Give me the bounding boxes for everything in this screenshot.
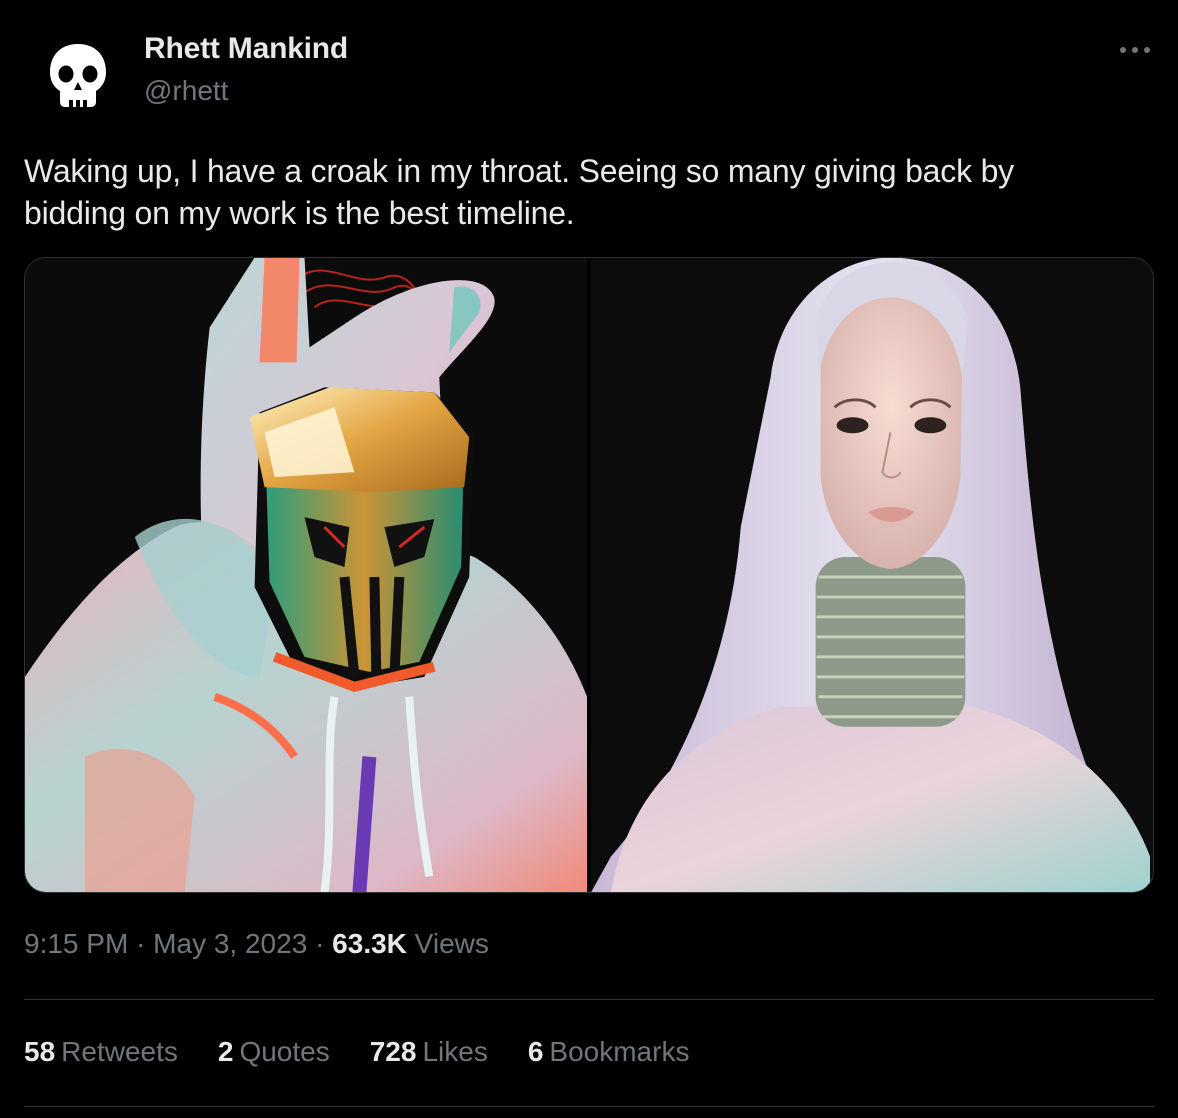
tweet-date[interactable]: May 3, 2023: [153, 928, 307, 959]
more-button[interactable]: [1110, 30, 1160, 70]
meta-separator: ·: [315, 928, 325, 959]
meta-separator: ·: [136, 928, 146, 959]
likes-count: 728: [369, 1036, 417, 1067]
tweet-text: Waking up, I have a croak in my throat. …: [24, 150, 1154, 234]
bookmarks-label: Bookmarks: [549, 1036, 690, 1067]
quotes-count: 2: [217, 1036, 234, 1067]
more-horizontal-icon: [1120, 47, 1150, 53]
tweet-meta: 9:15 PM · May 3, 2023 · 63.3K Views: [24, 928, 489, 960]
quotes-stat[interactable]: 2 Quotes: [218, 1036, 330, 1068]
bookmarks-stat[interactable]: 6 Bookmarks: [528, 1036, 690, 1068]
likes-label: Likes: [422, 1036, 488, 1067]
quotes-label: Quotes: [239, 1036, 330, 1067]
silver-haired-woman-portrait-artwork: [591, 258, 1153, 892]
likes-stat[interactable]: 728 Likes: [370, 1036, 488, 1068]
retweets-stat[interactable]: 58 Retweets: [24, 1036, 178, 1068]
views-label: Views: [414, 928, 489, 959]
engagement-stats: 58 Retweets 2 Quotes 728 Likes 6 Bookmarks: [24, 1036, 689, 1068]
hooded-masked-figure-artwork: [25, 258, 587, 892]
tweet-text-line-2: bidding on my work is the best timeline.: [24, 195, 575, 231]
author-name[interactable]: Rhett Mankind: [144, 32, 348, 66]
retweets-count: 58: [24, 1036, 56, 1067]
media-image-1[interactable]: [25, 258, 587, 892]
skull-icon: [50, 44, 106, 107]
views-count: 63.3K: [332, 928, 407, 959]
tweet-time[interactable]: 9:15 PM: [24, 928, 128, 959]
tweet-text-line-1: Waking up, I have a croak in my throat. …: [24, 153, 1014, 189]
divider: [24, 999, 1154, 1000]
tweet-header: Rhett Mankind @rhett: [0, 0, 1178, 130]
media-grid: [24, 257, 1154, 893]
avatar[interactable]: [30, 28, 126, 124]
retweets-label: Retweets: [61, 1036, 178, 1067]
divider: [24, 1106, 1154, 1107]
media-image-2[interactable]: [591, 258, 1153, 892]
bookmarks-count: 6: [527, 1036, 544, 1067]
author-handle[interactable]: @rhett: [144, 75, 228, 107]
